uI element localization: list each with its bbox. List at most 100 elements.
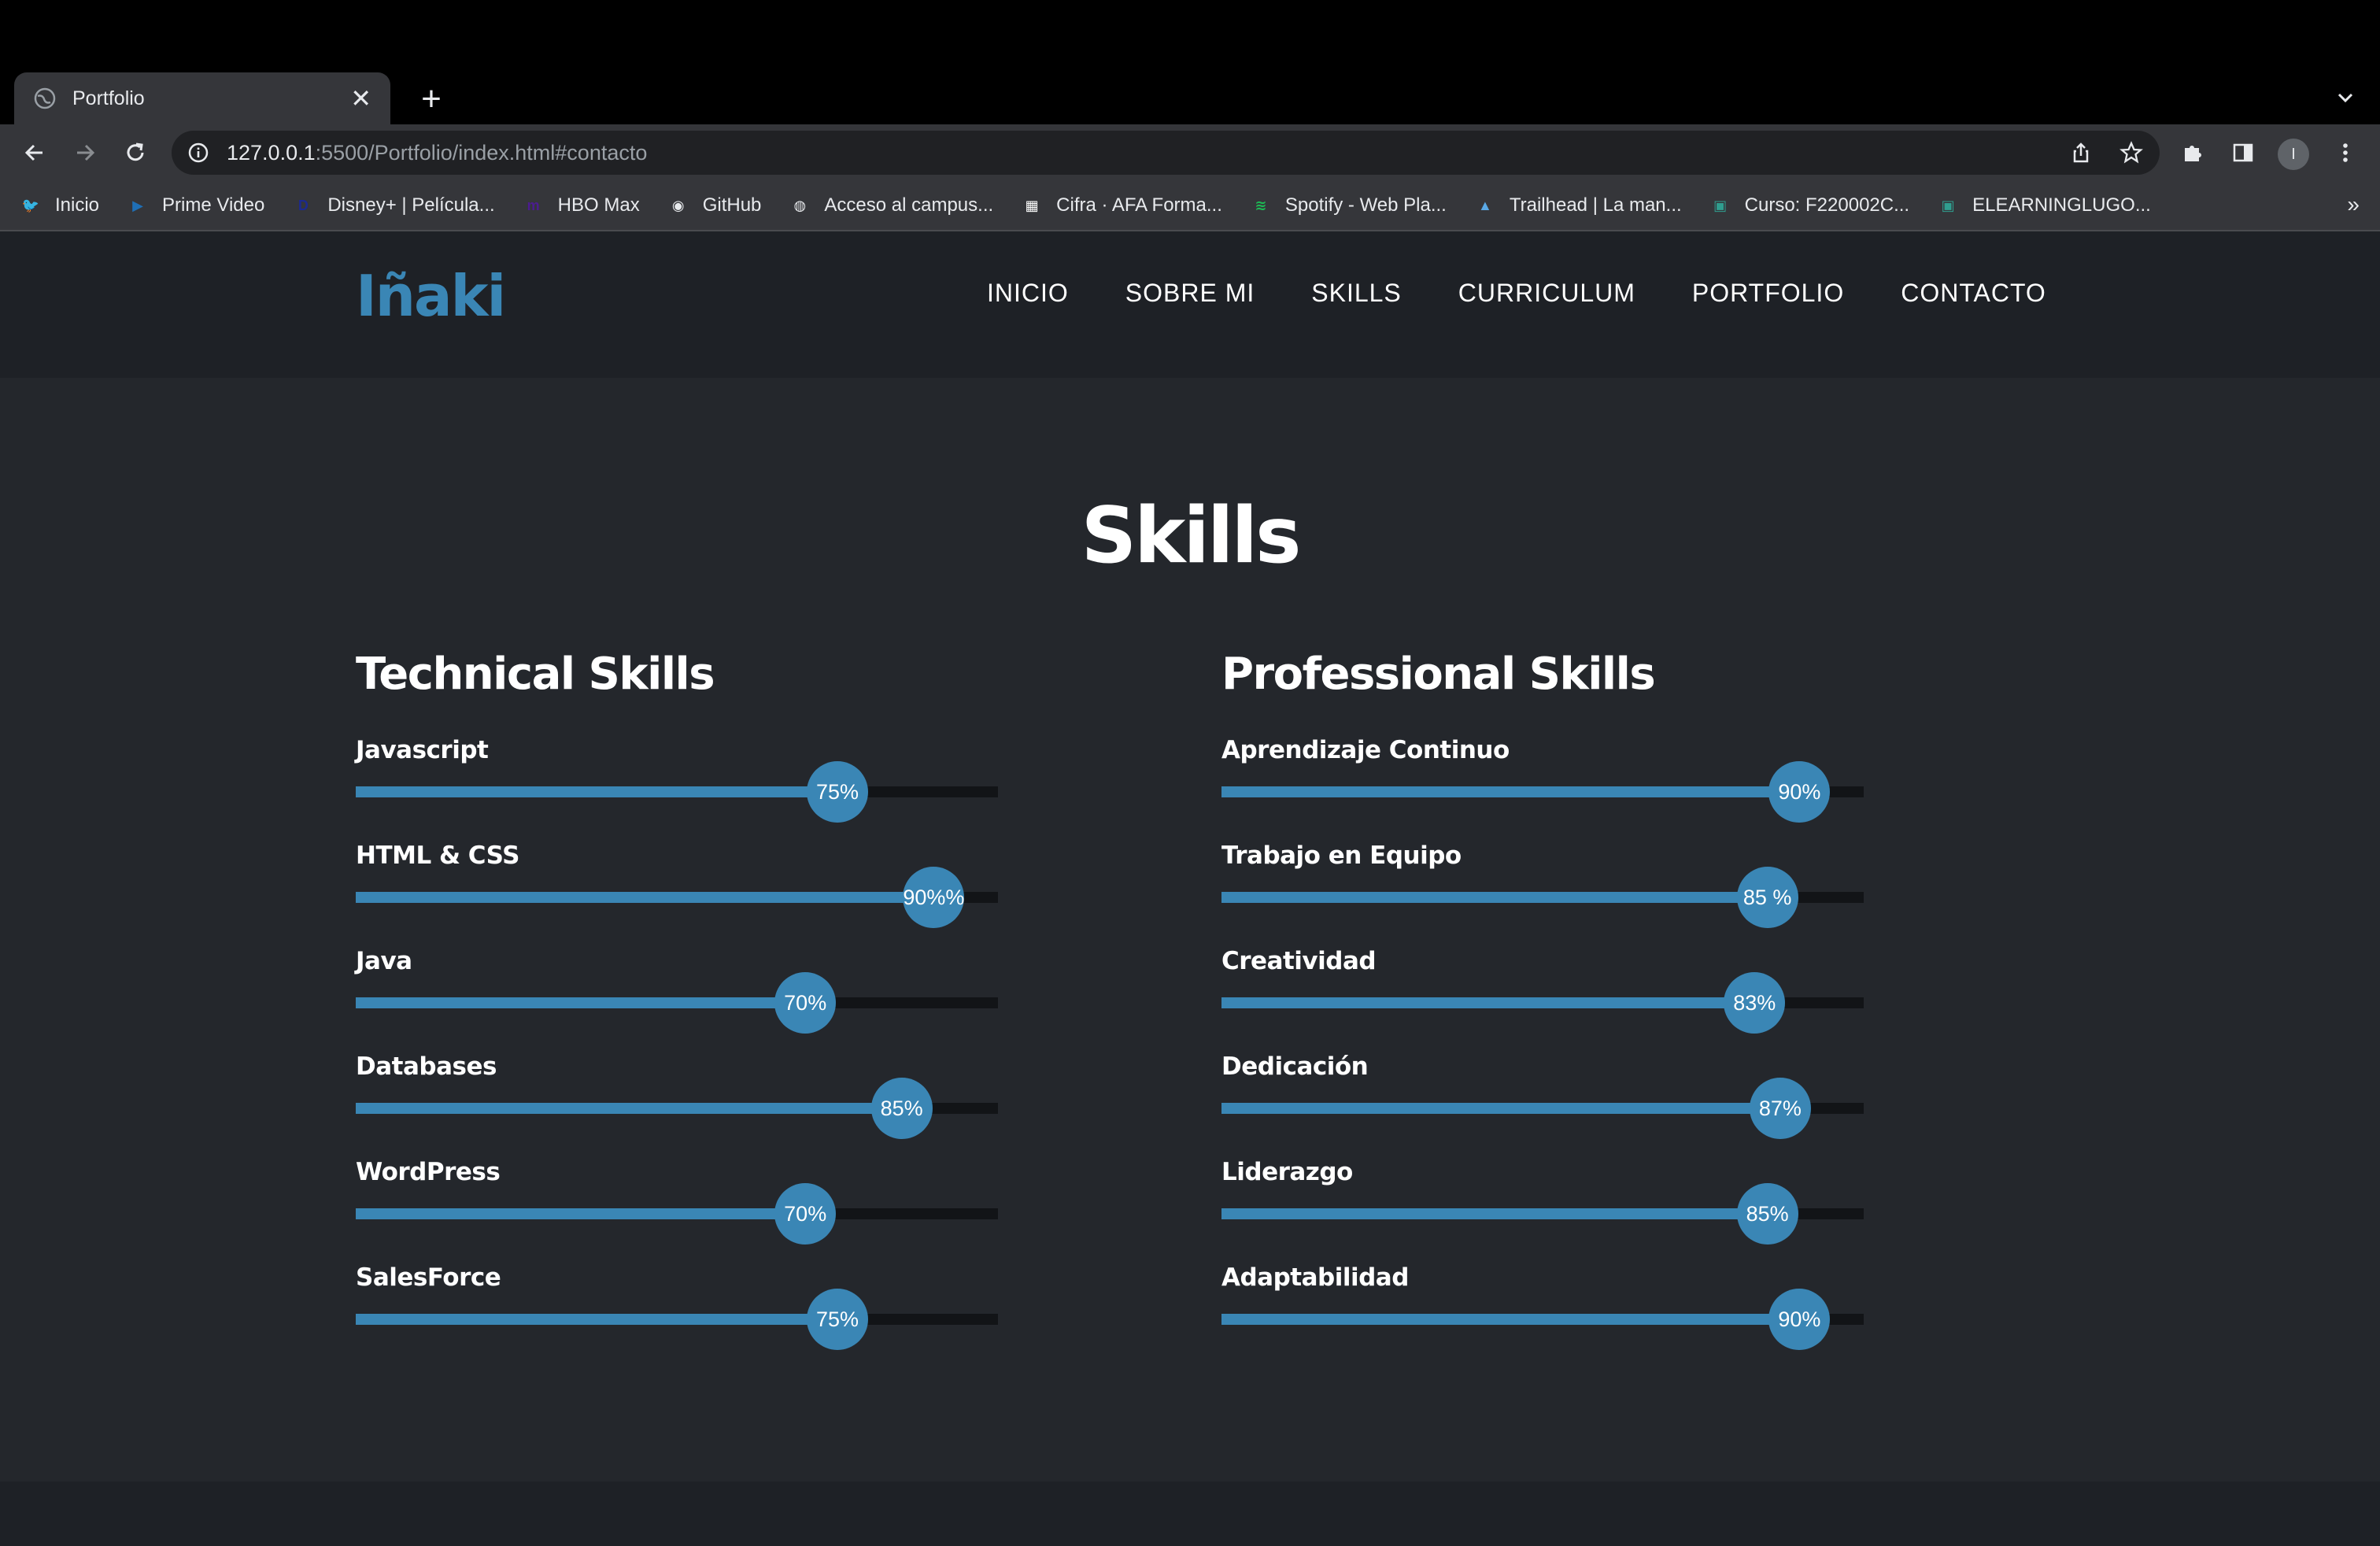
skill-percent-badge: 90%% <box>903 867 964 928</box>
bookmarks-bar: 🐦 Inicio ▶ Prime Video D Disney+ | Película..… <box>0 181 2380 231</box>
skill-name: Adaptabilidad <box>1221 1263 1409 1292</box>
hbo-icon: m <box>527 197 540 213</box>
elearning-icon: ▣ <box>1941 197 1955 213</box>
url-host: 127.0.0.1 <box>227 140 316 165</box>
bookmark-star-icon[interactable] <box>2112 134 2150 172</box>
extensions-puzzle-icon[interactable] <box>2174 134 2212 172</box>
bookmark-label: Acceso al campus... <box>824 194 994 216</box>
side-panel-icon[interactable] <box>2224 134 2262 172</box>
skill-name: Dedicación <box>1221 1052 1369 1081</box>
skill-percent-badge: 87% <box>1749 1078 1811 1139</box>
globe-icon <box>33 87 57 110</box>
skill-row: Aprendizaje Continuo 90% <box>1221 736 1867 841</box>
site-header: Iñaki INICIO SOBRE MI SKILLS CURRICULUM … <box>0 231 2380 378</box>
skill-name: Liderazgo <box>1221 1158 1353 1186</box>
skill-percent-badge: 90% <box>1768 761 1831 823</box>
next-section-strip <box>0 1481 2380 1546</box>
profile-avatar[interactable]: I <box>2278 139 2309 170</box>
skill-progress-track: 90% <box>1221 1289 1864 1350</box>
twitter-icon: 🐦 <box>21 197 40 213</box>
skill-row: SalesForce 75% <box>356 1263 1001 1369</box>
skill-percent-badge: 75% <box>807 1289 868 1350</box>
skill-row: Javascript 75% <box>356 736 1001 841</box>
professional-skills-heading: Professional Skills <box>1221 649 1656 700</box>
skill-progress-fill <box>356 892 934 903</box>
skill-percent-badge: 70% <box>774 1183 837 1245</box>
share-icon[interactable] <box>2062 134 2100 172</box>
bookmark-label: HBO Max <box>557 194 640 216</box>
site-info-icon[interactable] <box>187 142 209 164</box>
skill-name: Aprendizaje Continuo <box>1221 736 1510 764</box>
bookmark-item[interactable]: ▣ Curso: F220002C... <box>1709 194 1909 217</box>
skill-progress-track: 87% <box>1221 1078 1864 1139</box>
bookmark-item[interactable]: 🐦 Inicio <box>19 194 99 217</box>
skill-progress-track: 90%% <box>356 867 998 928</box>
skill-name: SalesForce <box>356 1263 501 1292</box>
browser-tab[interactable]: Portfolio ✕ <box>14 72 390 124</box>
skill-percent-badge: 70% <box>774 972 837 1034</box>
bookmark-label: Trailhead | La man... <box>1509 194 1682 216</box>
bookmarks-overflow-button[interactable]: » <box>2347 192 2360 217</box>
skill-progress-fill <box>356 1208 806 1219</box>
tab-search-chevron-icon[interactable] <box>2330 82 2361 113</box>
bookmark-label: GitHub <box>702 194 762 216</box>
skill-progress-track: 85% <box>356 1078 998 1139</box>
site-nav: INICIO SOBRE MI SKILLS CURRICULUM PORTFO… <box>987 279 2046 308</box>
nav-link-skills[interactable]: SKILLS <box>1311 279 1402 308</box>
skill-name: Javascript <box>356 736 489 764</box>
nav-link-contacto[interactable]: CONTACTO <box>1901 279 2046 308</box>
bookmark-item[interactable]: ◉ GitHub <box>667 194 762 217</box>
skill-name: Databases <box>356 1052 497 1081</box>
skill-percent-badge: 85% <box>1736 1183 1798 1245</box>
skill-progress-track: 85 % <box>1221 867 1864 928</box>
back-arrow-icon[interactable] <box>16 134 54 172</box>
reload-icon[interactable] <box>116 134 154 172</box>
site-logo[interactable]: Iñaki <box>356 263 506 329</box>
skill-progress-track: 83% <box>1221 972 1864 1034</box>
bookmark-item[interactable]: ▲ Trailhead | La man... <box>1473 194 1682 217</box>
skill-percent-badge: 90% <box>1768 1289 1831 1350</box>
github-icon: ◉ <box>671 197 685 213</box>
bookmark-label: Cifra · AFA Forma... <box>1056 194 1222 216</box>
skill-row: Databases 85% <box>356 1052 1001 1158</box>
skill-progress-fill <box>1221 892 1768 903</box>
bookmark-item[interactable]: ▣ ELEARNINGLUGO... <box>1936 194 2151 217</box>
tab-close-icon[interactable]: ✕ <box>350 86 371 111</box>
bookmark-label: Prime Video <box>162 194 265 216</box>
bookmark-item[interactable]: ▦ Cifra · AFA Forma... <box>1020 194 1222 217</box>
prime-video-icon: ▶ <box>132 197 143 213</box>
bookmark-item[interactable]: m HBO Max <box>522 194 640 217</box>
skill-progress-fill <box>1221 1208 1768 1219</box>
skill-progress-fill <box>1221 997 1755 1008</box>
forward-arrow-icon[interactable] <box>66 134 104 172</box>
skill-name: Trabajo en Equipo <box>1221 841 1462 870</box>
nav-link-curriculum[interactable]: CURRICULUM <box>1458 279 1635 308</box>
skill-progress-track: 70% <box>356 972 998 1034</box>
skill-row: Trabajo en Equipo 85 % <box>1221 841 1867 947</box>
bookmark-item[interactable]: ▶ Prime Video <box>126 194 264 217</box>
skill-percent-badge: 75% <box>807 761 868 823</box>
skill-progress-track: 75% <box>356 761 998 823</box>
nav-link-inicio[interactable]: INICIO <box>987 279 1069 308</box>
address-bar[interactable]: 127.0.0.1:5500/Portfolio/index.html#cont… <box>172 131 2160 175</box>
nav-link-portfolio[interactable]: PORTFOLIO <box>1692 279 1844 308</box>
bookmark-label: Curso: F220002C... <box>1744 194 1910 216</box>
skill-percent-badge: 83% <box>1724 972 1786 1034</box>
course-icon: ▣ <box>1713 197 1728 213</box>
skill-progress-fill <box>356 786 837 797</box>
skill-progress-track: 85% <box>1221 1183 1864 1245</box>
nav-link-sobre-mi[interactable]: SOBRE MI <box>1125 279 1255 308</box>
technical-skills-heading: Technical Skills <box>356 649 715 700</box>
skill-row: Dedicación 87% <box>1221 1052 1867 1158</box>
skill-percent-badge: 85% <box>870 1078 933 1139</box>
skill-progress-track: 75% <box>356 1289 998 1350</box>
bookmark-label: Disney+ | Película... <box>327 194 495 216</box>
bookmark-item[interactable]: ≋ Spotify - Web Pla... <box>1249 194 1447 217</box>
bookmark-item[interactable]: D Disney+ | Película... <box>291 194 495 217</box>
new-tab-button[interactable]: + <box>409 77 453 121</box>
kebab-menu-icon[interactable] <box>2326 134 2364 172</box>
skill-progress-track: 70% <box>356 1183 998 1245</box>
bookmark-item[interactable]: ◍ Acceso al campus... <box>788 194 994 217</box>
spotify-icon: ≋ <box>1255 197 1267 213</box>
page-viewport: Iñaki INICIO SOBRE MI SKILLS CURRICULUM … <box>0 231 2380 1546</box>
